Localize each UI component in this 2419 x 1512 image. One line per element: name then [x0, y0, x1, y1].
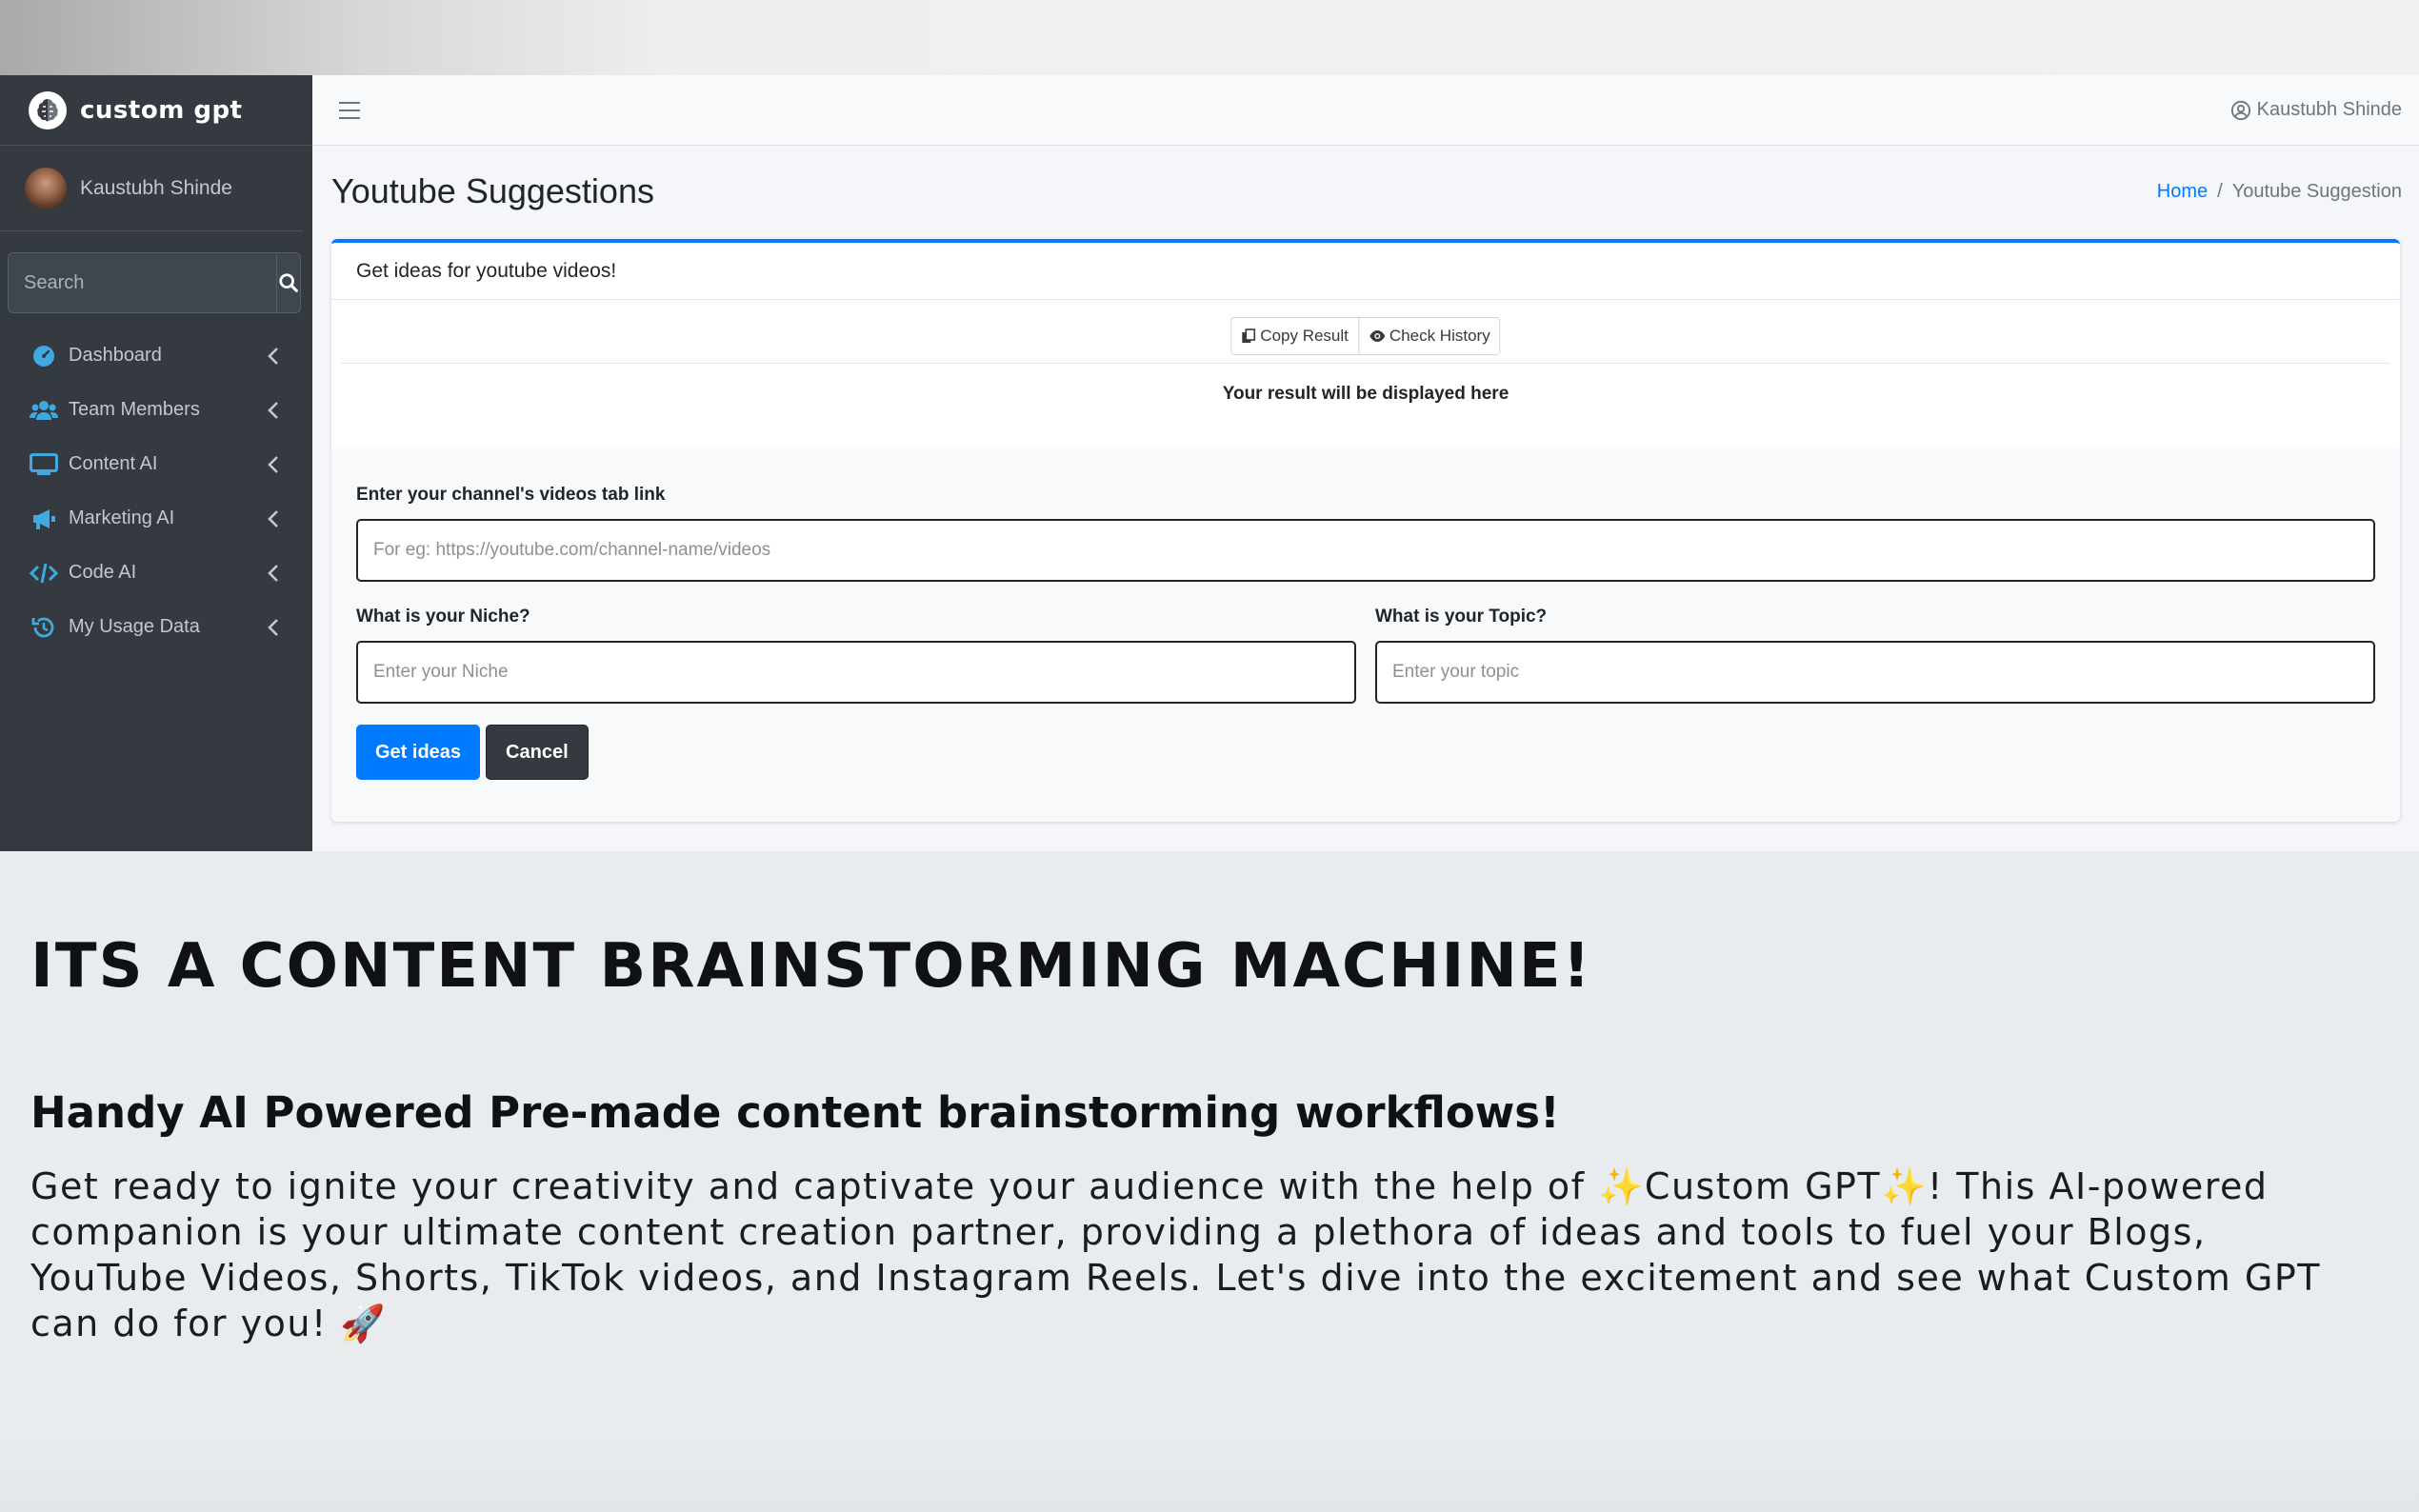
megaphone-icon	[29, 504, 59, 534]
main-content: Kaustubh Shinde Youtube Suggestions Home…	[312, 75, 2419, 851]
chevron-left-icon	[268, 401, 278, 419]
sidebar-item-my-usage-data[interactable]: My Usage Data	[0, 600, 312, 654]
chevron-left-icon	[268, 618, 278, 636]
check-history-label: Check History	[1389, 327, 1490, 345]
sidebar-item-label: Dashboard	[69, 345, 162, 366]
sidebar-item-label: Team Members	[69, 399, 200, 420]
search-button[interactable]	[276, 253, 300, 312]
dashboard-icon	[29, 341, 59, 371]
bottom-fade	[0, 1436, 2419, 1512]
top-banner	[0, 0, 2419, 75]
cancel-button[interactable]: Cancel	[486, 725, 589, 780]
youtube-suggestion-card: Get ideas for youtube videos! Copy Resul…	[331, 239, 2400, 822]
brand-name: custom gpt	[80, 95, 243, 125]
chevron-left-icon	[268, 509, 278, 527]
app-window: custom gpt Kaustubh Shinde Dashboard	[0, 75, 2419, 851]
sidebar-item-label: Marketing AI	[69, 507, 175, 528]
breadcrumb-current: Youtube Suggestion	[2231, 180, 2402, 202]
code-icon	[29, 558, 59, 588]
breadcrumb-home-link[interactable]: Home	[2157, 181, 2208, 202]
get-ideas-button[interactable]: Get ideas	[356, 725, 481, 780]
result-placeholder-text: Your result will be displayed here	[1222, 384, 1509, 404]
copy-icon	[1242, 328, 1256, 343]
breadcrumb: Home / Youtube Suggestion	[2157, 181, 2402, 203]
brain-logo-icon	[29, 90, 67, 129]
menu-toggle-icon[interactable]	[339, 101, 360, 119]
sidebar-item-team-members[interactable]: Team Members	[0, 383, 312, 437]
channel-link-label: Enter your channel's videos tab link	[356, 485, 666, 505]
marketing-title: ITS A CONTENT BRAINSTORMING MACHINE!	[30, 931, 1592, 1002]
user-circle-icon	[2230, 100, 2250, 120]
users-icon	[29, 395, 59, 426]
check-history-button[interactable]: Check History	[1357, 318, 1500, 354]
result-button-group: Copy Result Check History	[1230, 317, 1501, 355]
sidebar-item-marketing-ai[interactable]: Marketing AI	[0, 491, 312, 546]
search-icon	[279, 273, 298, 292]
top-navbar: Kaustubh Shinde	[312, 75, 2419, 146]
marketing-subtitle: Handy AI Powered Pre-made content brains…	[30, 1087, 1560, 1138]
topic-input[interactable]	[1375, 641, 2375, 704]
sidebar-nav: Dashboard Team Members Content AI Market…	[0, 328, 312, 654]
result-area: Copy Result Check History Your result wi…	[331, 300, 2400, 448]
sidebar-item-label: Content AI	[69, 453, 158, 474]
avatar	[25, 167, 67, 209]
sidebar-item-label: My Usage Data	[69, 616, 200, 637]
chevron-left-icon	[268, 455, 278, 473]
suggestion-form: Enter your channel's videos tab link Wha…	[331, 448, 2400, 780]
content-header: Youtube Suggestions Home / Youtube Suggest…	[312, 146, 2419, 237]
history-icon	[29, 612, 59, 643]
chevron-left-icon	[268, 347, 278, 365]
eye-icon	[1369, 330, 1385, 342]
sidebar-item-label: Code AI	[69, 562, 137, 583]
navbar-user-menu[interactable]: Kaustubh Shinde	[2230, 99, 2402, 121]
card-title: Get ideas for youtube videos!	[331, 243, 2400, 300]
sidebar-search	[8, 252, 301, 313]
result-divider	[341, 363, 2390, 364]
brand-link[interactable]: custom gpt	[0, 75, 312, 146]
navbar-user-name: Kaustubh Shinde	[2256, 99, 2402, 120]
search-input[interactable]	[9, 253, 276, 312]
user-panel[interactable]: Kaustubh Shinde	[0, 146, 303, 231]
channel-link-input[interactable]	[356, 519, 2375, 582]
monitor-icon	[29, 449, 59, 480]
topic-label: What is your Topic?	[1375, 607, 1548, 627]
sidebar-user-name: Kaustubh Shinde	[80, 176, 232, 199]
sidebar-item-code-ai[interactable]: Code AI	[0, 546, 312, 600]
chevron-left-icon	[268, 564, 278, 582]
niche-label: What is your Niche?	[356, 607, 530, 627]
sidebar-item-content-ai[interactable]: Content AI	[0, 437, 312, 491]
marketing-body: Get ready to ignite your creativity and …	[30, 1165, 2321, 1344]
sidebar-item-dashboard[interactable]: Dashboard	[0, 328, 312, 383]
page-title: Youtube Suggestions	[331, 171, 654, 210]
copy-result-label: Copy Result	[1260, 327, 1349, 345]
niche-input[interactable]	[356, 641, 1356, 704]
breadcrumb-separator: /	[2217, 180, 2223, 202]
sidebar: custom gpt Kaustubh Shinde Dashboard	[0, 75, 312, 851]
copy-result-button[interactable]: Copy Result	[1231, 318, 1358, 354]
